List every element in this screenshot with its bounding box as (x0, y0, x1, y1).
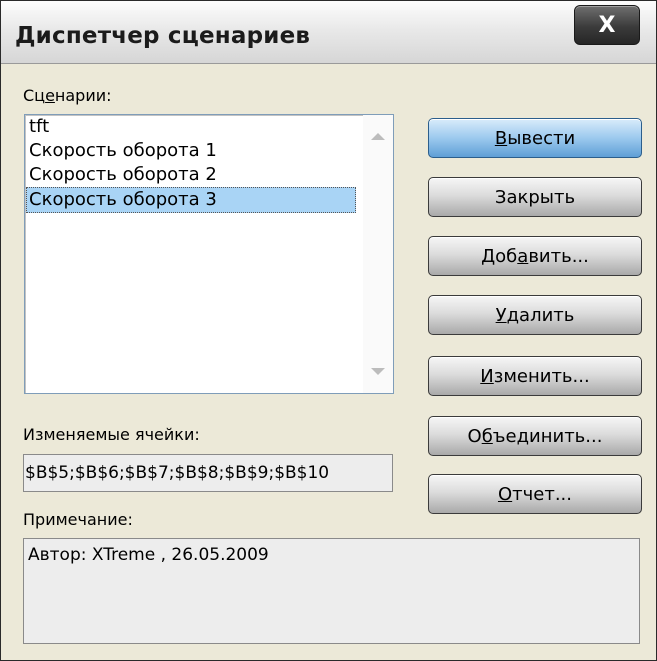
add-button[interactable]: Доб а вить... (428, 236, 642, 276)
report-button[interactable]: Отчет... (428, 474, 642, 514)
delete-button[interactable]: Удалить (428, 295, 642, 335)
merge-button[interactable]: Об ъединить... (428, 416, 642, 456)
scenario-manager-dialog: Диспетчер сценариев X Сценарии: tft Скор… (0, 0, 657, 661)
close-icon[interactable]: X (574, 5, 640, 45)
changing-cells-label: Изменяемые ячейки: (23, 425, 200, 444)
changing-cells-field: $B$5;$B$6;$B$7;$B$8;$B$9;$B$10 (23, 454, 393, 492)
dialog-body: Сценарии: tft Скорость оборота 1 Скорост… (7, 64, 650, 654)
scenarios-list[interactable]: tft Скорость оборота 1 Скорость оборота … (24, 114, 394, 394)
list-item-scenario[interactable]: Скорость оборота 2 (27, 162, 217, 188)
scenarios-label: Сценарии: (23, 86, 112, 105)
list-item-scenario[interactable]: Скорость оборота 1 (27, 138, 217, 164)
close-button[interactable]: Закрыть (428, 177, 642, 217)
list-item-scenario[interactable]: tft (27, 114, 49, 140)
comment-label: Примечание: (23, 510, 133, 529)
comment-field: Автор: XTreme , 26.05.2009 (23, 538, 640, 644)
title-bar[interactable]: Диспетчер сценариев X (1, 1, 656, 64)
list-scrollbar[interactable] (363, 115, 393, 393)
scroll-down-arrow-icon[interactable] (371, 368, 385, 375)
edit-button[interactable]: Изменить... (428, 356, 642, 396)
dialog-title: Диспетчер сценариев (15, 23, 311, 49)
show-button[interactable]: Вывести (428, 118, 642, 158)
list-item-scenario-selected[interactable]: Скорость оборота 3 (26, 187, 356, 213)
scroll-up-arrow-icon[interactable] (371, 133, 385, 140)
